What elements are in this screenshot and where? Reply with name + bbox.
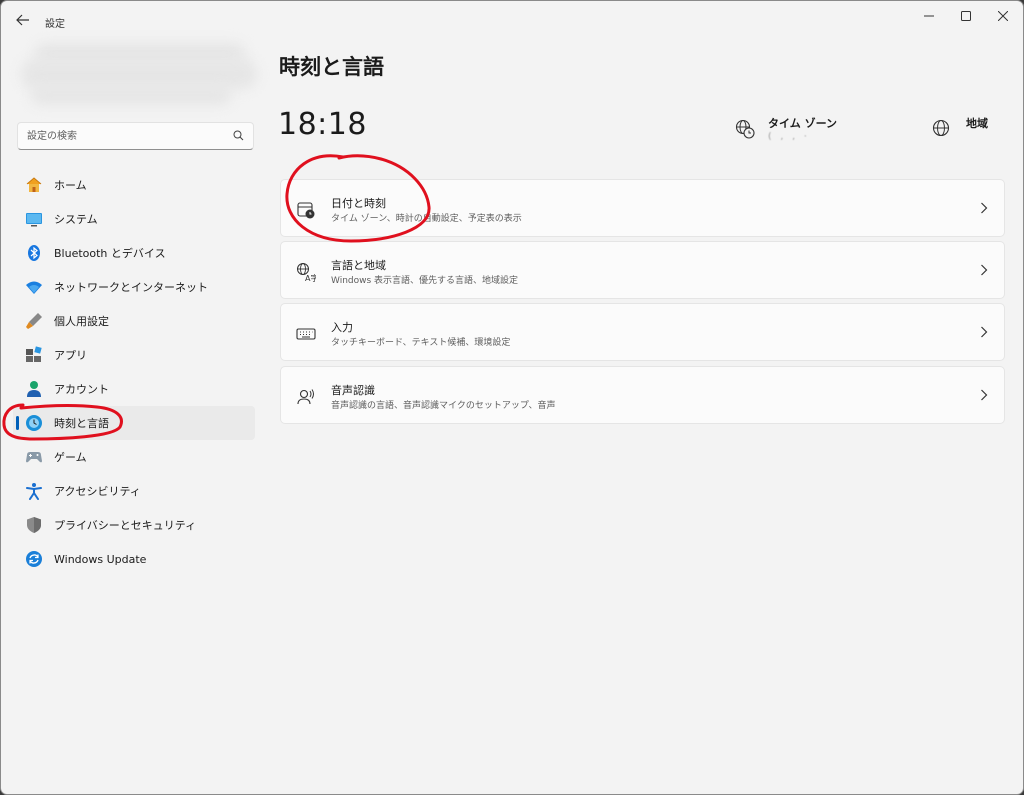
sidebar-item-network[interactable]: ネットワークとインターネット [13,270,255,304]
sidebar-item-label: システム [54,213,98,226]
account-profile[interactable] [21,39,259,109]
globe-icon [932,119,950,137]
card-date-time[interactable]: 日付と時刻 タイム ゾーン、時計の自動設定、予定表の表示 [280,179,1005,237]
card-title: 音声認識 [331,384,375,397]
accessibility-icon [25,482,43,500]
sidebar-item-label: Bluetooth とデバイス [54,247,166,260]
app-title: 設定 [45,19,65,30]
account-icon [25,380,43,398]
sidebar-item-label: プライバシーとセキュリティ [54,519,197,532]
chevron-right-icon [981,202,988,214]
sidebar-item-label: ネットワークとインターネット [54,281,208,294]
sidebar-item-label: アプリ [54,349,87,362]
minimize-icon [924,15,934,17]
sidebar-item-privacy[interactable]: プライバシーとセキュリティ [13,508,255,542]
card-description: 音声認識の言語、音声認識マイクのセットアップ、音声 [331,401,556,411]
page-title: 時刻と言語 [279,55,384,79]
wifi-icon [25,278,43,296]
time-zone-value: ( ‚ ‚ · [768,132,810,142]
sidebar-item-label: アカウント [54,383,109,396]
title-bar: 設定 [1,1,1023,37]
search-input[interactable] [27,127,227,145]
card-description: タイム ゾーン、時計の自動設定、予定表の表示 [331,214,522,224]
region-label: 地域 [966,117,988,130]
sidebar-item-label: ホーム [54,179,87,192]
card-title: 言語と地域 [331,259,386,272]
settings-window: 設定 ホーム システム [0,0,1024,795]
redacted-account-email [31,85,231,105]
card-description: Windows 表示言語、優先する言語、地域設定 [331,276,519,286]
sidebar-item-label: 時刻と言語 [54,417,109,430]
calendar-clock-icon [295,199,317,221]
card-title: 入力 [331,321,353,334]
time-zone-info[interactable]: タイム ゾーン ( ‚ ‚ · [735,113,915,149]
search-icon [233,130,244,141]
bluetooth-icon [25,244,43,262]
back-arrow-icon [16,14,29,26]
chevron-right-icon [981,326,988,338]
chevron-right-icon [981,389,988,401]
card-language-region[interactable]: A字 言語と地域 Windows 表示言語、優先する言語、地域設定 [280,241,1005,299]
gamepad-icon [25,448,43,466]
sidebar-item-windows-update[interactable]: Windows Update [13,542,255,576]
personalization-icon [25,312,43,330]
sidebar-item-accounts[interactable]: アカウント [13,372,255,406]
windows-update-icon [25,550,43,568]
sidebar-item-apps[interactable]: アプリ [13,338,255,372]
maximize-icon [961,11,971,21]
region-info[interactable]: 地域 [932,113,1012,149]
current-time: 18:18 [278,107,367,142]
sidebar-item-label: アクセシビリティ [54,485,141,498]
close-icon [998,11,1008,21]
sidebar-item-home[interactable]: ホーム [13,168,255,202]
card-title: 日付と時刻 [331,197,386,210]
sidebar-nav: ホーム システム Bluetooth とデバイス ネットワークとインターネット … [13,168,255,576]
minimize-button[interactable] [911,3,947,29]
language-icon: A字 [295,261,317,283]
shield-icon [25,516,43,534]
settings-search-box[interactable] [17,122,254,150]
keyboard-icon [295,323,317,345]
back-button[interactable] [9,7,37,33]
chevron-right-icon [981,264,988,276]
time-zone-label: タイム ゾーン [768,117,838,130]
sidebar-item-bluetooth[interactable]: Bluetooth とデバイス [13,236,255,270]
card-description: タッチキーボード、テキスト候補、環境設定 [331,338,511,348]
apps-icon [25,346,43,364]
sidebar-item-label: Windows Update [54,552,147,566]
selection-indicator [16,416,19,430]
sidebar-item-system[interactable]: システム [13,202,255,236]
sidebar-item-gaming[interactable]: ゲーム [13,440,255,474]
home-icon [25,176,43,194]
time-language-icon [25,414,43,432]
sidebar-item-accessibility[interactable]: アクセシビリティ [13,474,255,508]
system-icon [25,210,43,228]
sidebar-item-label: 個人用設定 [54,315,109,328]
sidebar-item-time-language[interactable]: 時刻と言語 [13,406,255,440]
close-button[interactable] [985,3,1021,29]
sidebar-item-label: ゲーム [54,451,87,464]
card-speech[interactable]: 音声認識 音声認識の言語、音声認識マイクのセットアップ、音声 [280,366,1005,424]
svg-text:A字: A字 [305,273,316,282]
voice-icon [295,386,317,408]
card-typing[interactable]: 入力 タッチキーボード、テキスト候補、環境設定 [280,303,1005,361]
maximize-button[interactable] [948,3,984,29]
sidebar-item-personalization[interactable]: 個人用設定 [13,304,255,338]
globe-clock-icon [735,119,755,139]
